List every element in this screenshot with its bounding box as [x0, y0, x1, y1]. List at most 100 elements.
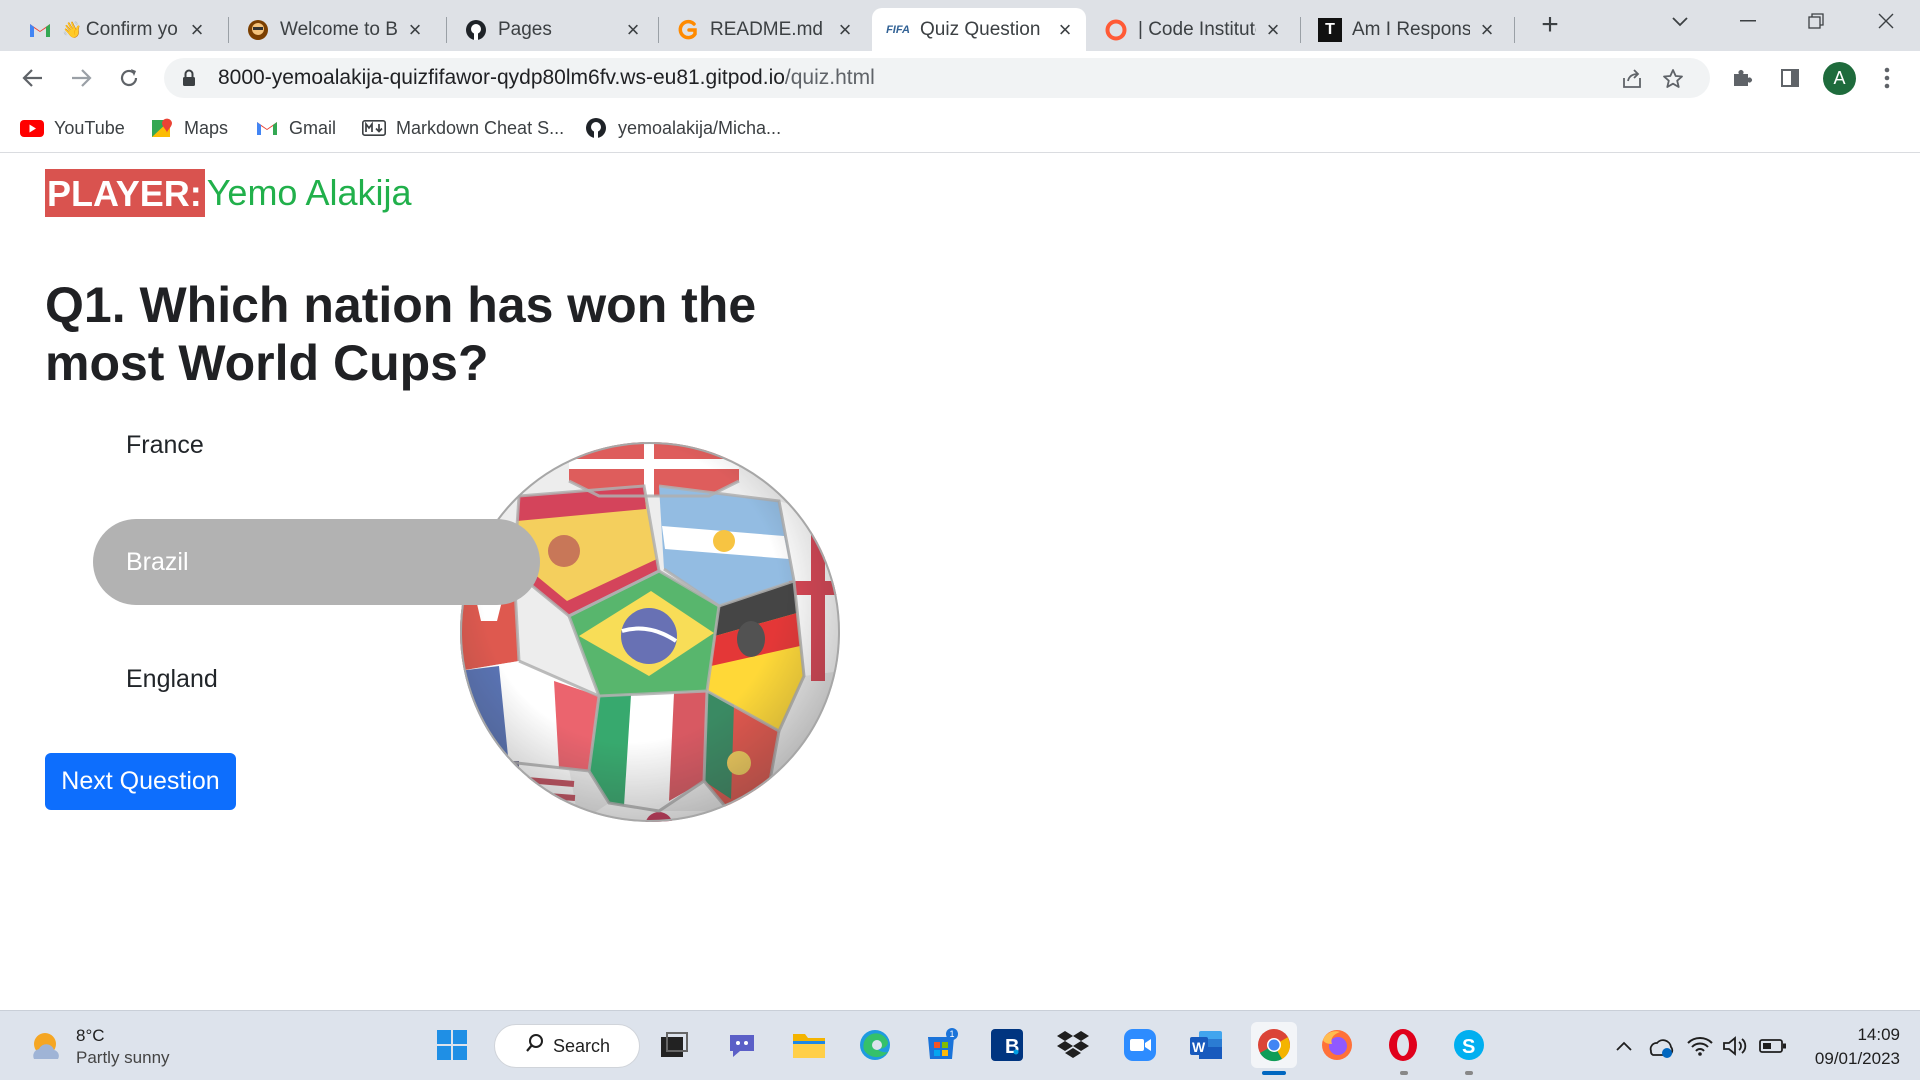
zoom-icon[interactable]: [1120, 1025, 1160, 1065]
tab-strip: 👋 Confirm yo × Welcome to By × Pages × R…: [0, 0, 1920, 51]
profile-avatar[interactable]: A: [1823, 62, 1856, 95]
dropbox-icon[interactable]: [1053, 1025, 1093, 1065]
answer-option-england[interactable]: England: [93, 636, 540, 722]
reload-icon[interactable]: [112, 61, 146, 95]
close-tab-icon[interactable]: ×: [834, 17, 856, 42]
search-label: Search: [553, 1035, 611, 1056]
kebab-menu-icon[interactable]: [1872, 63, 1902, 93]
tab-search-chevron-icon[interactable]: [1660, 6, 1700, 36]
gmail-icon: [255, 118, 279, 138]
lock-icon[interactable]: [182, 69, 196, 87]
new-tab-button[interactable]: +: [1535, 8, 1565, 41]
tab-pages[interactable]: Pages ×: [450, 8, 654, 51]
opera-running-indicator: [1400, 1071, 1408, 1075]
wifi-icon[interactable]: [1686, 1031, 1714, 1061]
answer-option-france[interactable]: France: [93, 402, 540, 488]
skype-icon[interactable]: S: [1449, 1025, 1489, 1065]
youtube-icon: [20, 118, 44, 138]
tab-title: Am I Responsiv: [1352, 18, 1470, 40]
player-label: PLAYER:: [45, 169, 205, 217]
bookmark-youtube[interactable]: YouTube: [20, 114, 125, 142]
taskbar-search[interactable]: Search: [494, 1024, 640, 1068]
chrome-active-indicator: [1262, 1071, 1286, 1075]
microsoft-store-icon[interactable]: 1: [921, 1025, 961, 1065]
close-tab-icon[interactable]: ×: [1262, 17, 1284, 42]
svg-text:B: B: [1005, 1036, 1019, 1058]
windows-start-icon[interactable]: [432, 1025, 472, 1065]
address-bar[interactable]: 8000-yemoalakija-quizfifawor-qydp80lm6fv…: [164, 58, 1710, 98]
minimize-icon[interactable]: [1728, 6, 1768, 36]
task-view-icon[interactable]: [654, 1025, 694, 1065]
onedrive-sync-icon[interactable]: [1646, 1031, 1676, 1061]
bookmark-label: Gmail: [289, 117, 337, 138]
skype-running-indicator: [1465, 1071, 1473, 1075]
bookmark-github-repo[interactable]: yemoalakija/Micha...: [584, 114, 781, 142]
windows-taskbar: 8°C Partly sunny Search 1 B W S 14:09 09…: [0, 1010, 1920, 1080]
search-icon: [525, 1033, 545, 1059]
weather-widget[interactable]: 8°C Partly sunny: [28, 1025, 170, 1069]
gmail-icon: [28, 18, 52, 42]
bookmark-markdown-cheat-sheet[interactable]: Markdown Cheat S...: [362, 114, 564, 142]
file-explorer-icon[interactable]: [789, 1025, 829, 1065]
teams-chat-icon[interactable]: [722, 1025, 762, 1065]
next-question-button[interactable]: Next Question: [45, 753, 236, 810]
tab-readme[interactable]: README.md - ×: [662, 8, 866, 51]
svg-text:S: S: [1462, 1036, 1475, 1058]
tab-title: Confirm yo: [85, 18, 178, 40]
close-tab-icon[interactable]: ×: [404, 17, 426, 42]
close-tab-icon[interactable]: ×: [186, 17, 208, 42]
markdown-icon: [362, 118, 386, 138]
close-tab-icon[interactable]: ×: [1054, 17, 1076, 42]
bookmark-label: YouTube: [54, 117, 125, 138]
quiz-page: PLAYER: Yemo Alakija Q1. Which nation ha…: [0, 154, 1920, 1010]
bookmark-star-icon[interactable]: [1660, 66, 1686, 92]
forward-arrow-icon[interactable]: [64, 61, 98, 95]
word-icon[interactable]: W: [1186, 1025, 1226, 1065]
answer-option-brazil[interactable]: Brazil: [93, 519, 540, 605]
tab-title: Pages: [498, 18, 552, 40]
bookmark-label: Maps: [184, 117, 229, 138]
tab-bytes[interactable]: Welcome to By ×: [232, 8, 436, 51]
tab-code-institute[interactable]: | Code Institute ×: [1090, 8, 1294, 51]
extensions-puzzle-icon[interactable]: [1727, 63, 1757, 93]
clock-time: 14:09: [1857, 1025, 1900, 1044]
share-icon[interactable]: [1619, 66, 1645, 92]
edge-browser-icon[interactable]: [855, 1025, 895, 1065]
weather-temperature: 8°C: [76, 1026, 105, 1045]
taskbar-clock[interactable]: 14:09 09/01/2023: [1800, 1023, 1900, 1071]
url-text[interactable]: 8000-yemoalakija-quizfifawor-qydp80lm6fv…: [218, 66, 875, 90]
bookmark-maps[interactable]: Maps: [150, 114, 228, 142]
url-host: 8000-yemoalakija-quizfifawor-qydp80lm6fv…: [218, 66, 785, 89]
close-tab-icon[interactable]: ×: [1476, 17, 1498, 42]
back-arrow-icon[interactable]: [16, 61, 50, 95]
volume-icon[interactable]: [1722, 1031, 1750, 1061]
github-icon: [584, 118, 608, 138]
svg-text:W: W: [1192, 1039, 1206, 1055]
opera-icon[interactable]: [1383, 1025, 1423, 1065]
tab-title: README.md -: [710, 18, 828, 40]
bookmark-gmail[interactable]: Gmail: [255, 114, 336, 142]
github-icon: [464, 18, 488, 42]
tab-gmail[interactable]: 👋 Confirm yo ×: [14, 8, 218, 51]
amiresponsive-icon: T: [1318, 17, 1342, 42]
side-panel-icon[interactable]: [1775, 63, 1805, 93]
tab-title: | Code Institute: [1138, 18, 1256, 40]
tab-title: Quiz Question: [920, 18, 1041, 40]
weather-condition: Partly sunny: [76, 1048, 170, 1067]
tab-am-i-responsive[interactable]: T Am I Responsiv ×: [1304, 8, 1508, 51]
world-cup-football-image: [459, 441, 841, 823]
restore-icon[interactable]: [1796, 6, 1836, 36]
firefox-icon[interactable]: [1317, 1025, 1357, 1065]
tab-quiz-question[interactable]: FIFA Quiz Question ×: [872, 8, 1086, 51]
maps-icon: [150, 118, 174, 138]
booking-app-icon[interactable]: B: [987, 1025, 1027, 1065]
chrome-icon[interactable]: [1251, 1022, 1297, 1068]
battery-icon[interactable]: [1758, 1031, 1788, 1061]
bookmark-label: Markdown Cheat S...: [396, 117, 565, 138]
show-hidden-icons-chevron-icon[interactable]: [1612, 1031, 1636, 1061]
close-window-icon[interactable]: [1866, 6, 1906, 36]
wave-emoji-icon: 👋: [62, 21, 82, 39]
store-badge-count: 1: [949, 1029, 954, 1039]
player-name: Yemo Alakija: [206, 172, 412, 213]
close-tab-icon[interactable]: ×: [622, 17, 644, 42]
